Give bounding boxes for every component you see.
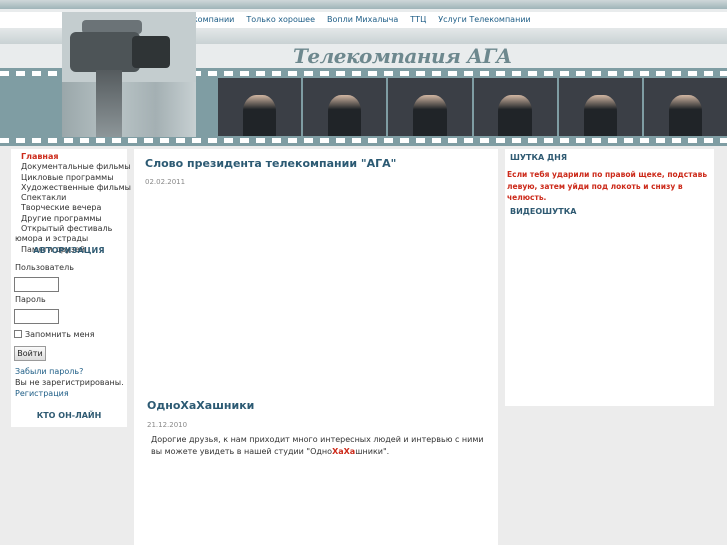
sidebar-item-plays[interactable]: Спектакли	[21, 193, 127, 203]
photo-frame	[218, 78, 302, 136]
sidebar-item-home[interactable]: Главная	[21, 152, 127, 162]
sidebar-item-evenings[interactable]: Творческие вечера	[21, 203, 127, 213]
password-label: Пароль	[15, 295, 46, 304]
remember-label: Запомнить меня	[25, 330, 95, 339]
photo-frame	[303, 78, 387, 136]
username-label: Пользователь	[15, 263, 74, 272]
username-input[interactable]	[14, 277, 59, 292]
menu-ttc[interactable]: ТТЦ	[404, 13, 432, 27]
tv-camera-image	[62, 12, 196, 137]
photo-frame	[388, 78, 472, 136]
article-date: 21.12.2010	[147, 421, 188, 429]
not-registered-text: Вы не зарегистрированы.	[15, 378, 124, 387]
menu-only-good[interactable]: Только хорошее	[240, 13, 321, 27]
photo-frame	[473, 78, 557, 136]
forgot-password-link[interactable]: Забыли пароль?	[15, 367, 83, 376]
joke-text: Если тебя ударили по правой щеке, подста…	[507, 170, 708, 202]
sidebar-item-festival-line2[interactable]: юмора и эстрады	[15, 234, 127, 244]
sidebar-item-other[interactable]: Другие программы	[21, 214, 127, 224]
sidebar-nav: Главная Документальные фильмы Цикловые п…	[15, 152, 131, 255]
sidebar-item-feature-films[interactable]: Художественные фильмы	[21, 183, 131, 193]
photo-frame	[643, 78, 727, 136]
register-link[interactable]: Регистрация	[15, 389, 69, 398]
login-button[interactable]: Войти	[14, 346, 46, 361]
article-text-part: Дорогие друзья, к нам приходит много инт…	[151, 435, 484, 456]
left-sidebar: Главная Документальные фильмы Цикловые п…	[11, 149, 131, 427]
menu-services[interactable]: Услуги Телекомпании	[432, 13, 536, 27]
password-input[interactable]	[14, 309, 59, 324]
sidebar-item-series[interactable]: Цикловые программы	[21, 173, 127, 183]
photo-frame	[558, 78, 642, 136]
article-text-highlight: ХаХа	[332, 447, 356, 456]
remember-checkbox[interactable]	[14, 330, 22, 338]
auth-title: АВТОРИЗАЦИЯ	[33, 246, 105, 255]
joke-title: ШУТКА ДНЯ	[510, 153, 568, 162]
main-content: Слово президента телекомпании "АГА" 02.0…	[134, 149, 498, 545]
top-menu: О компании Только хорошее Вопли Михалыча…	[178, 13, 537, 27]
film-holes-bottom	[0, 138, 727, 143]
sidebar-item-documentaries[interactable]: Документальные фильмы	[21, 162, 131, 172]
top-stripe	[0, 0, 727, 9]
article-date: 02.02.2011	[145, 178, 186, 186]
article-title[interactable]: ОдноХаХашники	[147, 399, 254, 412]
article-title[interactable]: Слово президента телекомпании "АГА"	[145, 157, 396, 170]
site-logo[interactable]: Телекомпания АГА	[293, 44, 512, 68]
sidebar-item-festival[interactable]: Открытый фестиваль	[21, 224, 127, 234]
menu-voices[interactable]: Вопли Михалыча	[321, 13, 404, 27]
video-joke-title: ВИДЕОШУТКА	[510, 207, 577, 216]
photo-frames	[218, 78, 727, 136]
article-text-part: шники".	[355, 447, 390, 456]
who-online-title: КТО ОН-ЛАЙН	[36, 411, 102, 420]
right-sidebar: ШУТКА ДНЯ Если тебя ударили по правой ще…	[505, 149, 714, 406]
article-text: Дорогие друзья, к нам приходит много инт…	[151, 434, 486, 458]
